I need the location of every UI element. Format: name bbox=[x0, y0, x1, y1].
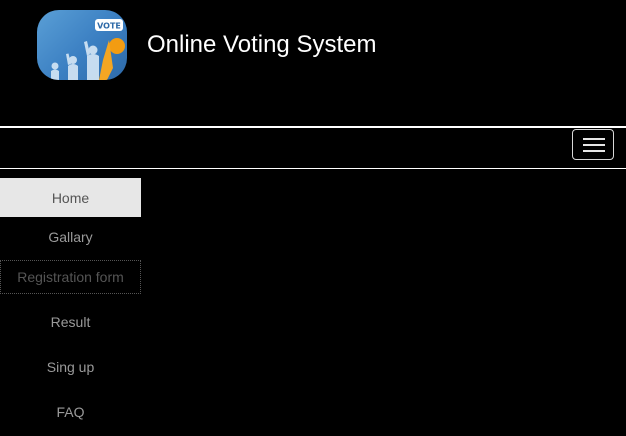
hamburger-menu-icon bbox=[583, 144, 605, 146]
hamburger-menu-icon bbox=[583, 150, 605, 152]
hamburger-menu-icon bbox=[583, 138, 605, 140]
sidebar-nav: Home Gallary Registration form Result Si… bbox=[0, 178, 141, 436]
sidebar-item-home[interactable]: Home bbox=[0, 178, 141, 217]
sidebar-item-gallary[interactable]: Gallary bbox=[0, 217, 141, 256]
voting-logo-icon: VOTE bbox=[51, 19, 125, 80]
logo-badge-text: VOTE bbox=[97, 22, 121, 31]
voting-logo[interactable]: VOTE bbox=[37, 10, 127, 80]
site-title: Online Voting System bbox=[147, 31, 377, 58]
top-navbar bbox=[0, 126, 626, 169]
sidebar-item-registration-form[interactable]: Registration form bbox=[0, 260, 141, 294]
navbar-toggle-button[interactable] bbox=[572, 129, 614, 160]
sidebar-item-faq[interactable]: FAQ bbox=[0, 391, 141, 436]
sidebar-item-result[interactable]: Result bbox=[0, 301, 141, 346]
site-header: VOTE Online Voting System bbox=[0, 0, 626, 126]
sidebar-item-sing-up[interactable]: Sing up bbox=[0, 346, 141, 391]
